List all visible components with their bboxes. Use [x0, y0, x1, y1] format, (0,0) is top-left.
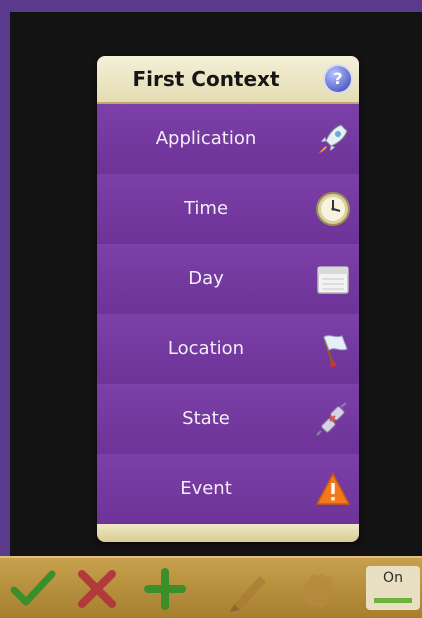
help-icon[interactable]: ? [325, 66, 351, 92]
list-item-application[interactable]: Application [97, 104, 359, 175]
dialog-title: First Context [132, 67, 280, 91]
screen: First Context ? Application Time Day Loc… [10, 12, 422, 560]
rocket-icon [319, 124, 348, 153]
list-item-label: Day [188, 268, 224, 289]
list-item-state[interactable]: State [97, 384, 359, 455]
list-item-location[interactable]: Location [97, 314, 359, 385]
list-item-day[interactable]: Day [97, 244, 359, 315]
hand-icon[interactable] [292, 564, 346, 614]
clock-icon [316, 192, 350, 226]
list-item-label: State [182, 408, 230, 429]
toggle-indicator [374, 598, 412, 603]
context-list: Application Time Day Location State Even… [97, 104, 359, 525]
list-item-time[interactable]: Time [97, 174, 359, 245]
warning-icon [315, 472, 351, 505]
add-plus-icon[interactable] [138, 564, 192, 614]
edit-pencil-icon[interactable] [222, 564, 276, 614]
toggle-label: On [383, 570, 403, 586]
confirm-check-icon[interactable] [6, 564, 60, 614]
list-item-label: Time [183, 198, 229, 219]
list-item-label: Event [180, 478, 232, 499]
list-item-label: Application [155, 128, 257, 149]
context-dialog: First Context ? Application Time Day Loc… [97, 56, 359, 542]
plug-icon [316, 402, 347, 436]
flag-icon [322, 335, 348, 367]
dialog-footer [97, 524, 359, 542]
bottom-toolbar: On [0, 556, 422, 618]
list-item-label: Location [167, 338, 245, 359]
dialog-header: First Context ? [97, 56, 359, 104]
list-item-event[interactable]: Event [97, 454, 359, 525]
delete-x-icon[interactable] [70, 564, 124, 614]
calendar-icon [317, 266, 349, 294]
on-toggle[interactable]: On [366, 566, 420, 610]
